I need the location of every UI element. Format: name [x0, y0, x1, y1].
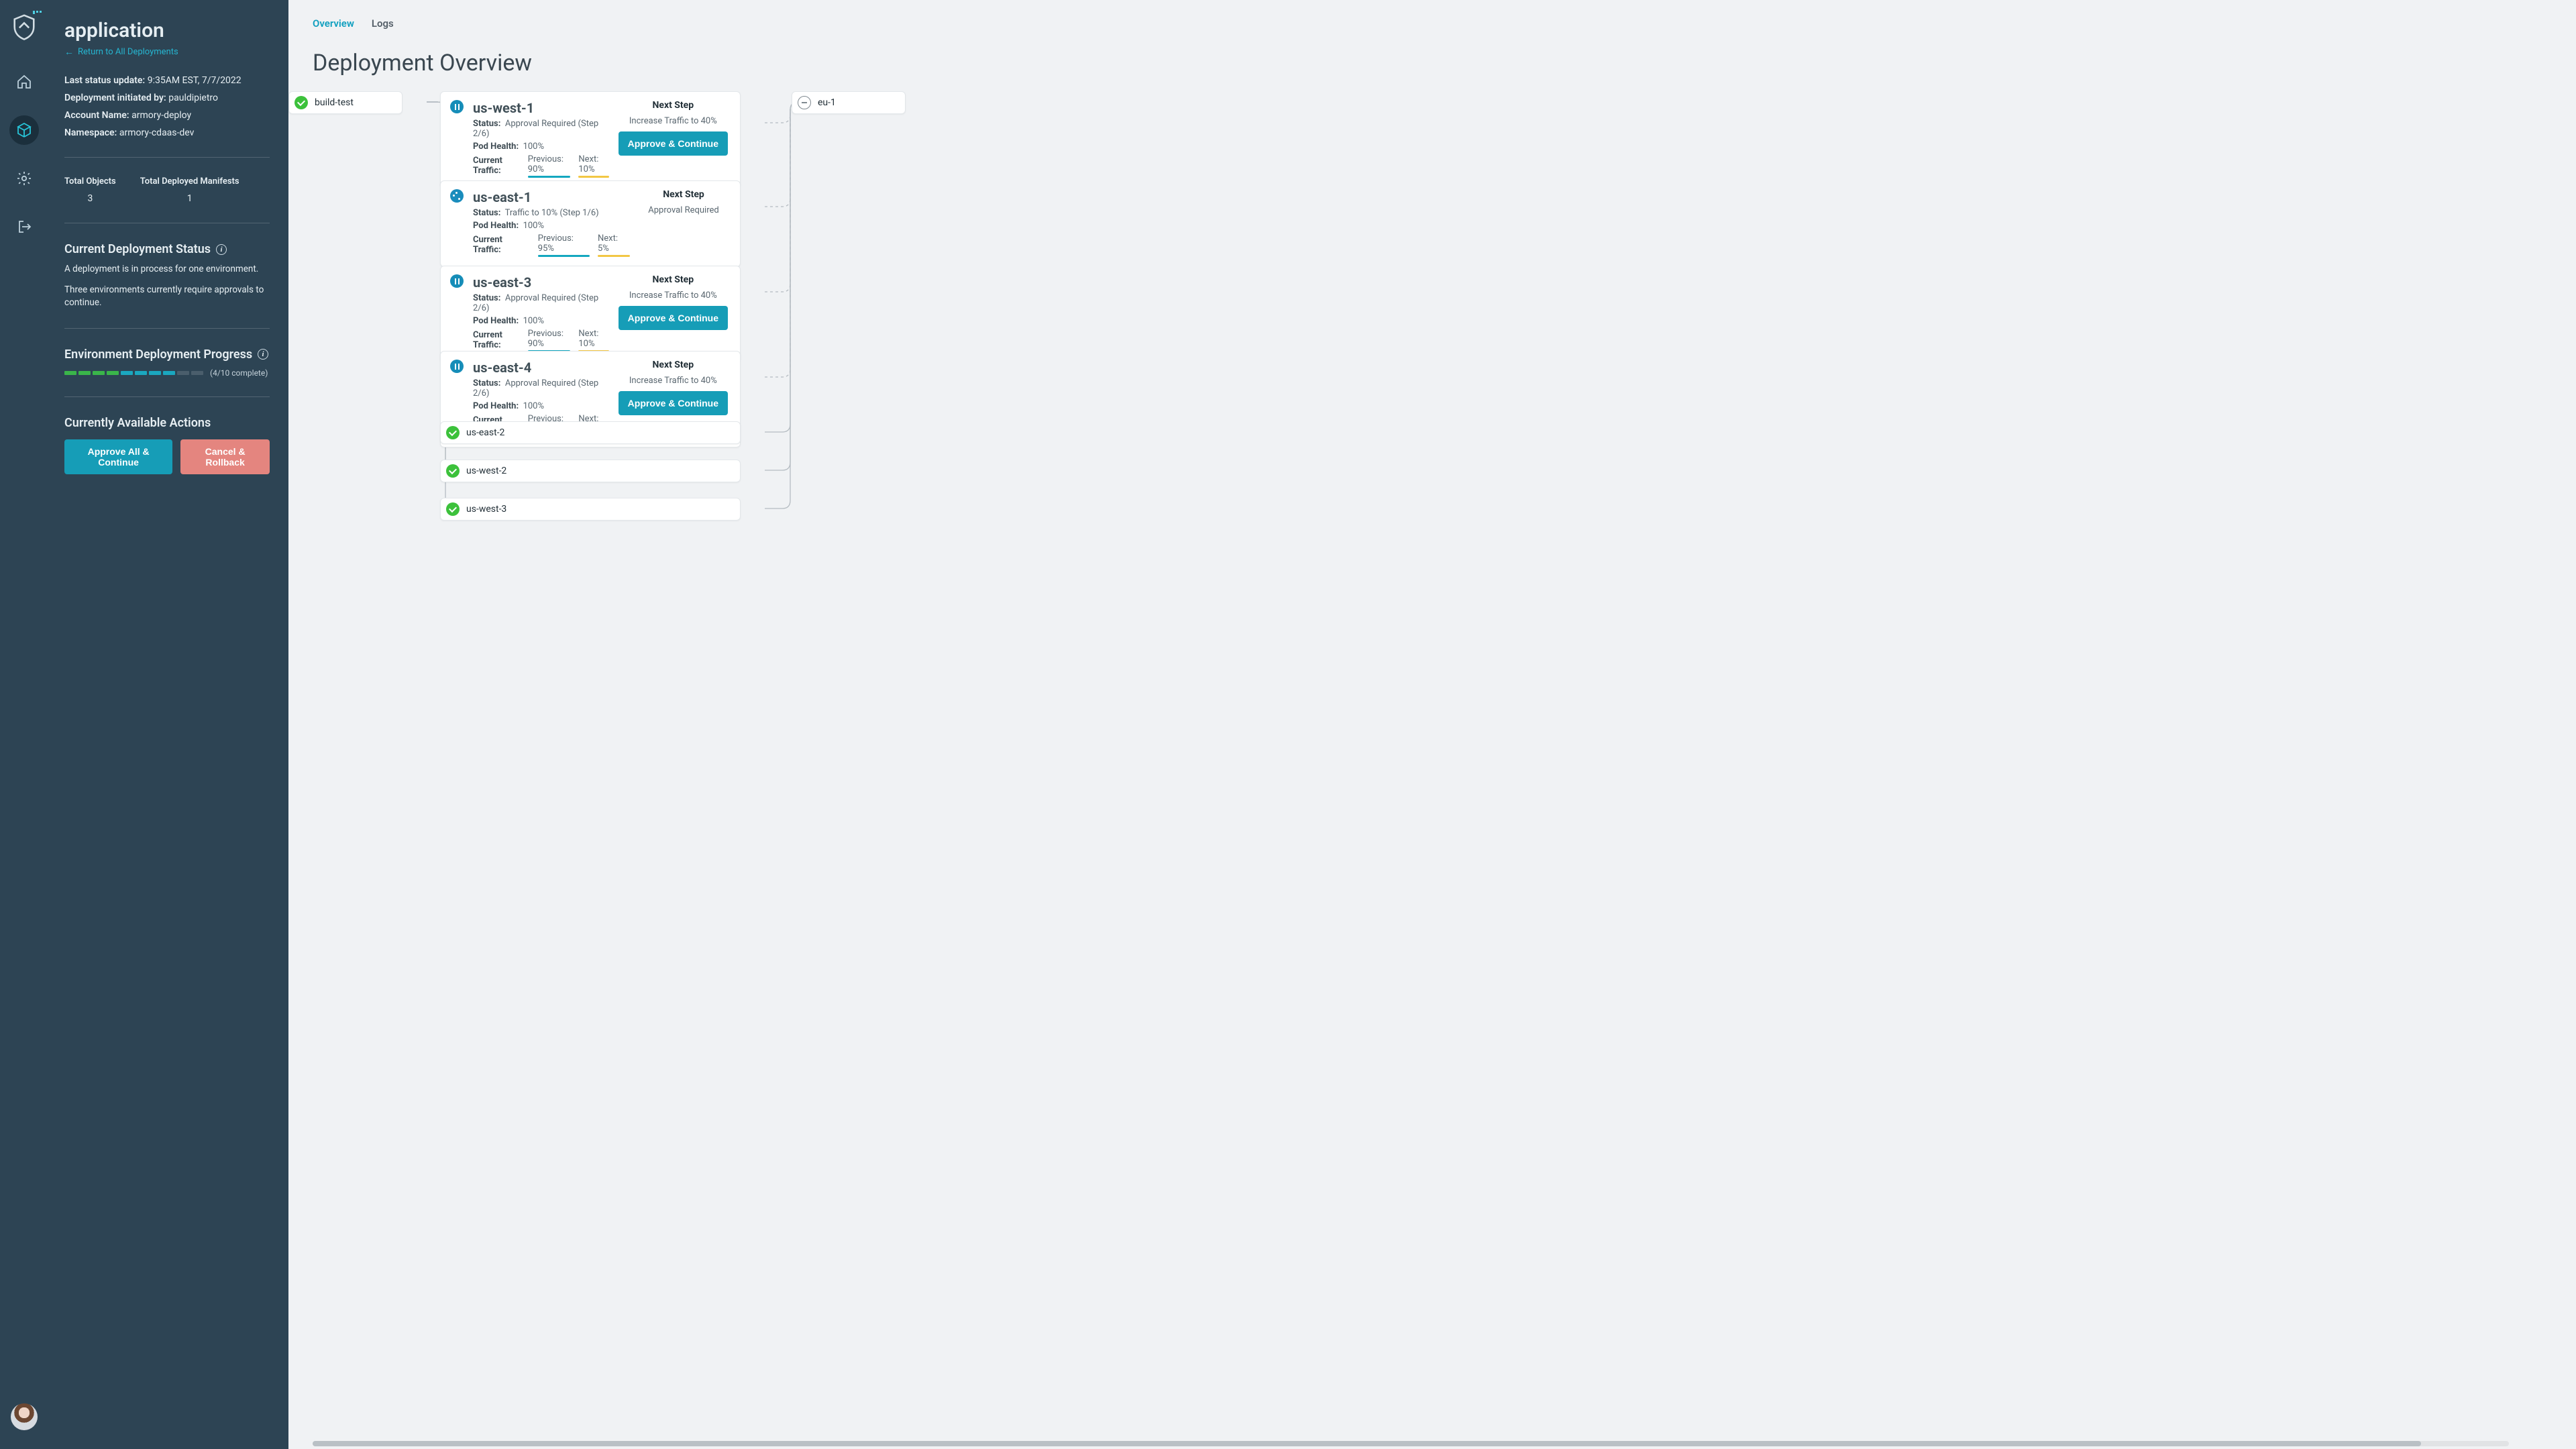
pause-icon	[450, 360, 464, 373]
nav-deployments[interactable]	[9, 115, 39, 145]
total-objects-value: 3	[64, 193, 116, 204]
status-line-1: A deployment is in process for one envir…	[64, 263, 270, 276]
user-avatar[interactable]	[11, 1403, 38, 1430]
info-icon[interactable]: i	[216, 244, 227, 255]
check-icon	[446, 502, 460, 516]
env-name: us-east-4	[473, 360, 609, 376]
work-icon	[450, 189, 464, 203]
nav-home[interactable]	[9, 67, 39, 97]
progress-section-title: Environment Deployment Progress	[64, 347, 252, 362]
pause-icon	[450, 100, 464, 113]
next-step-label: Next Step	[663, 189, 704, 200]
total-manifests-label: Total Deployed Manifests	[140, 176, 239, 186]
env-pill-label: us-west-3	[466, 504, 506, 515]
namespace-label: Namespace:	[64, 127, 117, 138]
dash-icon	[798, 96, 811, 109]
env-card-us-east-1[interactable]: us-east-1 Status: Traffic to 10% (Step 1…	[440, 180, 741, 267]
next-step-desc: Increase Traffic to 40%	[629, 376, 717, 386]
env-pill-label: us-east-2	[466, 427, 504, 438]
status-section-title: Current Deployment Status	[64, 242, 211, 256]
progress-label: (4/10 complete)	[210, 368, 268, 378]
env-name: us-west-1	[473, 100, 609, 116]
check-icon	[446, 464, 460, 478]
env-name: us-east-1	[473, 189, 630, 205]
back-link[interactable]: Return to All Deployments	[64, 46, 270, 58]
build-node-label: build-test	[315, 97, 354, 108]
nav-logout[interactable]	[9, 212, 39, 241]
page-heading: Deployment Overview	[313, 50, 2552, 76]
next-step-label: Next Step	[653, 274, 694, 285]
next-step-desc: Increase Traffic to 40%	[629, 290, 717, 301]
tabs: Overview Logs	[288, 0, 2576, 32]
total-objects-label: Total Objects	[64, 176, 116, 186]
initiated-by-label: Deployment initiated by:	[64, 93, 166, 103]
account-value: armory-deploy	[131, 110, 191, 121]
initiated-by-value: pauldipietro	[168, 93, 218, 103]
tab-logs[interactable]: Logs	[372, 17, 394, 32]
node-build-test[interactable]: build-test	[288, 91, 402, 114]
check-icon	[446, 426, 460, 439]
total-manifests-value: 1	[140, 193, 239, 204]
status-line-2: Three environments currently require app…	[64, 284, 270, 309]
scrollbar-thumb[interactable]	[313, 1441, 2421, 1446]
logout-icon	[16, 219, 32, 235]
actions-section-title: Currently Available Actions	[64, 416, 270, 430]
env-card-us-west-1[interactable]: us-west-1 Status: Approval Required (Ste…	[440, 91, 741, 188]
info-icon[interactable]: i	[258, 349, 268, 360]
check-icon	[294, 96, 308, 109]
cube-icon	[16, 122, 32, 138]
approve-continue-button[interactable]: Approve & Continue	[619, 306, 728, 330]
nav-rail	[0, 0, 48, 1449]
account-label: Account Name:	[64, 110, 129, 121]
env-pill-us-west-2[interactable]: us-west-2	[440, 460, 741, 482]
env-pill-label: us-west-2	[466, 466, 506, 476]
app-title: application	[64, 19, 270, 42]
env-pill-us-west-3[interactable]: us-west-3	[440, 498, 741, 521]
gear-icon	[16, 170, 32, 186]
eu-node-label: eu-1	[818, 97, 836, 108]
cancel-rollback-button[interactable]: Cancel & Rollback	[180, 439, 270, 474]
env-pill-us-east-2[interactable]: us-east-2	[440, 421, 741, 444]
approve-continue-button[interactable]: Approve & Continue	[619, 391, 728, 415]
node-eu-1[interactable]: eu-1	[792, 91, 906, 114]
next-step-label: Next Step	[653, 100, 694, 111]
env-name: us-east-3	[473, 274, 609, 290]
tab-overview[interactable]: Overview	[313, 17, 354, 32]
last-status-value: 9:35AM EST, 7/7/2022	[148, 75, 241, 86]
brand-logo	[12, 13, 36, 43]
last-status-label: Last status update:	[64, 75, 145, 86]
nav-settings[interactable]	[9, 164, 39, 193]
next-step-desc: Approval Required	[648, 205, 718, 215]
deployment-canvas[interactable]: build-test us-west-1 Status: Approval Re…	[288, 86, 2576, 1449]
pause-icon	[450, 274, 464, 288]
home-icon	[16, 74, 32, 90]
next-step-label: Next Step	[653, 360, 694, 370]
approve-all-button[interactable]: Approve All & Continue	[64, 439, 172, 474]
horizontal-scrollbar[interactable]	[313, 1441, 2509, 1446]
approve-continue-button[interactable]: Approve & Continue	[619, 131, 728, 156]
namespace-value: armory-cdaas-dev	[119, 127, 195, 138]
details-sidebar: application Return to All Deployments La…	[48, 0, 288, 1449]
next-step-desc: Increase Traffic to 40%	[629, 116, 717, 126]
progress-bar	[64, 371, 203, 375]
env-card-us-east-3[interactable]: us-east-3 Status: Approval Required (Ste…	[440, 266, 741, 362]
